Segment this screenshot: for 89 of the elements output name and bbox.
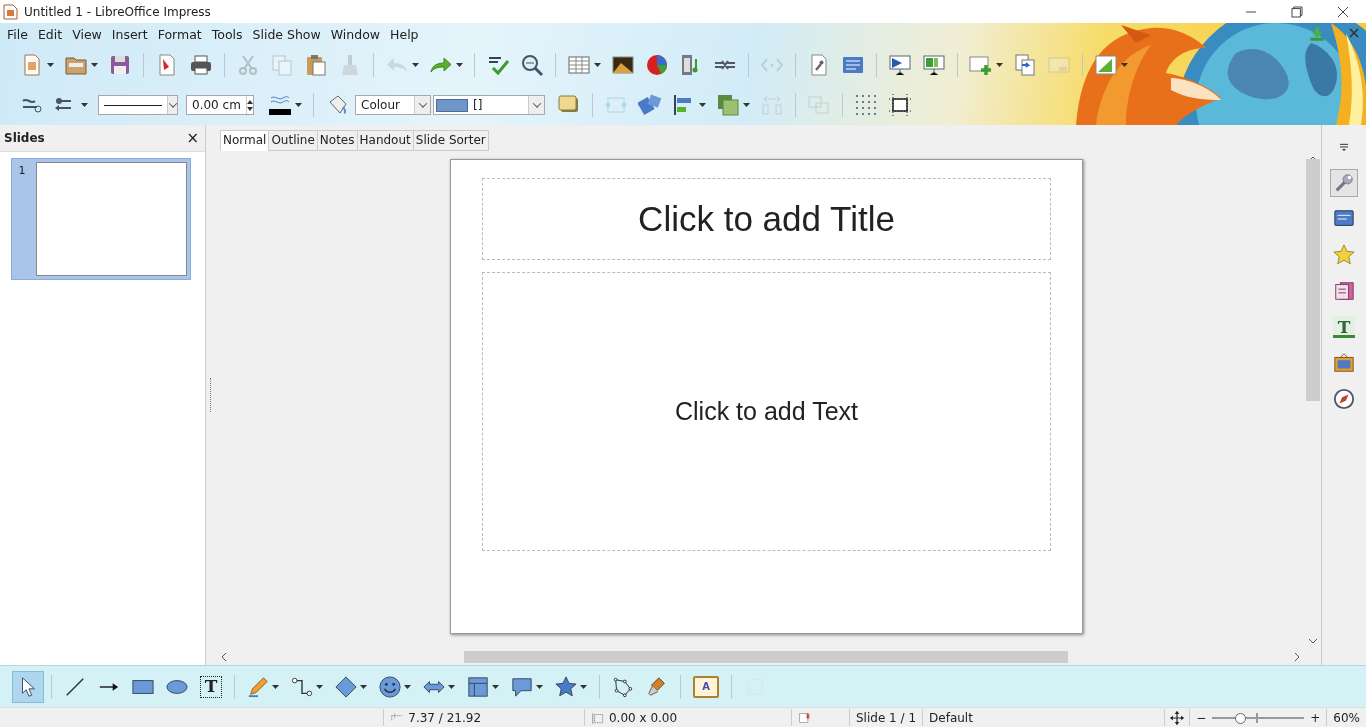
speech-bubble-icon[interactable] [511,675,533,698]
caret-icon[interactable] [580,684,587,689]
splitter-handle[interactable] [209,378,213,412]
zoom-out-button[interactable]: − [1196,710,1207,725]
scroll-left-icon[interactable] [220,652,227,662]
magnifier-icon[interactable] [520,53,544,77]
line-width-field[interactable]: 0.00 cm [186,95,254,115]
slide-layout-name: Default [929,710,973,725]
caret-icon[interactable] [295,103,302,107]
menu-item[interactable]: File [2,24,33,44]
pie-chart-icon[interactable] [645,53,669,77]
glue-icon[interactable] [646,675,668,698]
menu-item[interactable]: Insert [106,24,153,44]
pencil-icon[interactable] [247,675,269,698]
snap-frame-icon[interactable] [888,93,912,117]
connector-icon[interactable] [291,675,313,698]
zoom-level: 60% [1333,710,1360,725]
diamond-icon[interactable] [335,675,357,698]
caret-icon[interactable] [492,684,499,689]
menu-item[interactable]: Window [325,24,386,44]
menu-item[interactable]: Slide Show [247,24,326,44]
caret-icon[interactable] [91,63,98,67]
text-placeholder[interactable]: Click to add Text [482,272,1051,551]
zoom-in-button[interactable]: + [1310,710,1321,725]
scroll-down-icon[interactable] [1308,638,1318,645]
move-icon[interactable] [1170,710,1185,725]
caret-icon[interactable] [316,684,323,689]
caret-icon[interactable] [404,684,411,689]
menu-item[interactable]: Format [152,24,207,44]
view-tab[interactable]: Notes [316,130,358,151]
fill-type-dropdown[interactable]: Colour [355,95,431,115]
caret-icon[interactable] [743,103,750,107]
view-tab[interactable]: Slide Sorter [412,130,489,151]
caret-icon[interactable] [47,63,54,67]
app-icon [3,3,18,20]
clipboard-icon[interactable] [304,53,328,77]
menu-item[interactable]: Edit [32,24,68,44]
zoom-slider[interactable] [1212,711,1305,724]
menu-item[interactable]: Help [385,24,424,44]
menu-item[interactable]: Tools [206,24,248,44]
close-pane-button[interactable]: × [186,129,199,147]
scroll-right-icon[interactable] [1294,652,1301,662]
star-icon[interactable] [555,675,577,698]
master-slides-icon[interactable] [1333,280,1355,302]
slide-counter: Slide 1 / 1 [856,710,917,725]
slide-thumbnail[interactable]: 1 [11,158,191,280]
caret-icon[interactable] [448,684,455,689]
fill-colour-dropdown[interactable]: [] [433,95,545,115]
object-size: 0.00 x 0.00 [608,710,678,725]
view-tab[interactable]: Normal [220,130,270,151]
cursor-position: 7.37 / 21.92 [408,710,481,725]
view-tab[interactable]: Handout [356,130,414,151]
star-icon[interactable] [1333,244,1355,266]
smiley-icon[interactable] [379,675,401,698]
caret-icon[interactable] [996,63,1003,67]
printer-icon[interactable] [189,53,213,77]
caret-icon[interactable] [456,63,463,67]
view-tab[interactable]: Outline [268,130,318,151]
duplicate-slide-icon[interactable] [1013,53,1037,77]
presentation-board-icon[interactable] [922,53,946,77]
caret-icon[interactable] [1121,63,1128,67]
caret-icon[interactable] [81,103,88,107]
grid-icon[interactable] [854,93,878,117]
styles-button[interactable]: T [1330,313,1358,341]
line-colour-icon[interactable] [268,93,292,117]
modified-document-icon [797,710,812,725]
wrench-icon[interactable] [1333,172,1355,194]
fontwork-tool[interactable]: A [693,675,719,698]
menu-item[interactable]: View [67,24,107,44]
line-style-dropdown[interactable] [98,95,178,115]
gallery-icon[interactable] [1333,352,1355,374]
caret-icon[interactable] [699,103,706,107]
scrollbar-thumb[interactable] [464,651,1068,663]
caret-icon[interactable] [272,684,279,689]
caret-icon[interactable] [594,63,601,67]
title-placeholder[interactable]: Click to add Title [482,178,1051,260]
scrollbar-thumb[interactable] [1306,159,1320,401]
flowchart-icon[interactable] [467,675,489,698]
caret-icon[interactable] [536,684,543,689]
pane-title: Slides [4,131,45,145]
image-icon[interactable] [611,53,635,77]
caret-icon[interactable] [360,684,367,689]
size-icon [590,710,605,725]
polygon-icon[interactable] [612,675,634,698]
presentation-screen-icon[interactable] [888,53,912,77]
text-box-tool[interactable]: T [200,675,222,698]
transform-icon[interactable] [638,93,662,117]
window-title: Untitled 1 - LibreOffice Impress [24,4,212,19]
compass-icon[interactable] [1333,388,1355,410]
